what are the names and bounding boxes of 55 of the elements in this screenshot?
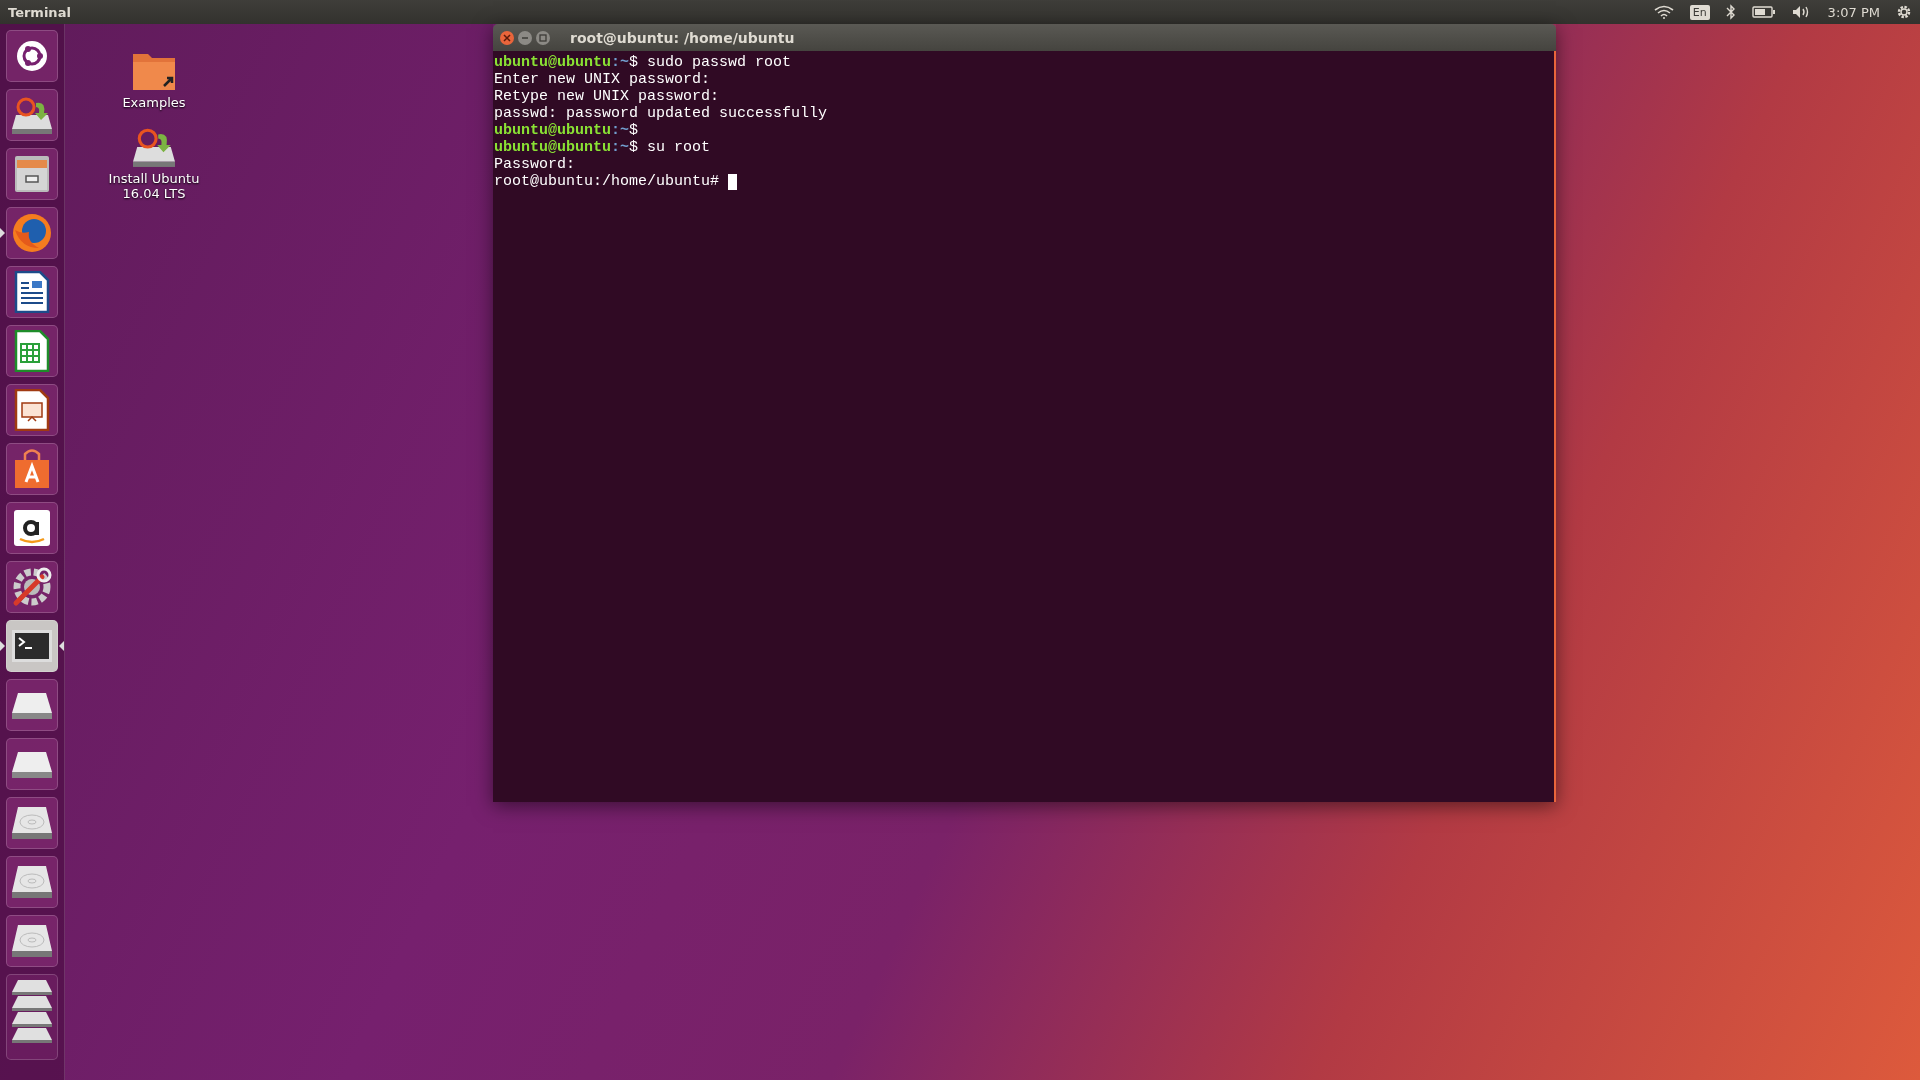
minimize-button[interactable] bbox=[518, 30, 532, 45]
shopping-bag-icon bbox=[12, 448, 52, 490]
launcher-dash-tile[interactable] bbox=[6, 30, 58, 82]
hard-disk-icon bbox=[10, 864, 54, 900]
terminal-output-line: Enter new UNIX password: bbox=[494, 71, 711, 88]
battery-icon[interactable] bbox=[1751, 6, 1776, 18]
window-title: root@ubuntu: /home/ubuntu bbox=[570, 29, 795, 46]
desktop-icon-label[interactable]: Examples bbox=[99, 95, 209, 110]
launcher-amazon-tile[interactable] bbox=[6, 502, 58, 554]
terminal-prompt-line: root@ubuntu:/home/ubuntu# bbox=[494, 173, 720, 190]
terminal-output-line: Retype new UNIX password: bbox=[494, 88, 720, 105]
terminal-icon bbox=[11, 629, 53, 663]
terminal-prompt-line: ubuntu@ubuntu:~$ bbox=[494, 122, 639, 139]
launcher-disk-tile[interactable] bbox=[6, 797, 58, 849]
launcher-terminal-tile[interactable] bbox=[6, 620, 58, 672]
terminal-prompt-line: ubuntu@ubuntu:~$ su root bbox=[494, 139, 711, 156]
launcher-browser-tile[interactable] bbox=[6, 207, 58, 259]
bluetooth-icon[interactable] bbox=[1725, 4, 1736, 20]
presentation-icon bbox=[14, 389, 50, 431]
file-cabinet-icon bbox=[12, 154, 52, 194]
maximize-button[interactable] bbox=[536, 30, 550, 45]
launcher-disk-tile[interactable] bbox=[6, 856, 58, 908]
keyboard-layout-indicator[interactable]: En bbox=[1689, 4, 1710, 20]
launcher-installer-tile[interactable] bbox=[6, 89, 58, 141]
text-document-icon bbox=[14, 271, 50, 313]
terminal-prompt-line: ubuntu@ubuntu:~$ sudo passwd root bbox=[494, 54, 792, 71]
launcher-calc-tile[interactable] bbox=[6, 325, 58, 377]
launcher-writer-tile[interactable] bbox=[6, 266, 58, 318]
wifi-icon[interactable] bbox=[1653, 5, 1674, 19]
terminal-output-line: Password: bbox=[494, 156, 575, 173]
launcher-software-tile[interactable] bbox=[6, 443, 58, 495]
launcher-disk-tile[interactable] bbox=[6, 915, 58, 967]
clock[interactable]: 3:07 PM bbox=[1827, 4, 1880, 20]
hard-disk-icon bbox=[10, 923, 54, 959]
launcher-impress-tile[interactable] bbox=[6, 384, 58, 436]
fox-globe-icon bbox=[11, 212, 53, 254]
spreadsheet-icon bbox=[14, 330, 50, 372]
launcher-settings-tile[interactable] bbox=[6, 561, 58, 613]
ubuntu-logo-icon bbox=[15, 39, 49, 73]
close-button[interactable] bbox=[500, 30, 514, 45]
desktop-icon-label[interactable]: Install Ubuntu 16.04 LTS bbox=[99, 171, 209, 201]
launcher-removable-tile[interactable] bbox=[6, 679, 58, 731]
drive-with-arrow-icon[interactable] bbox=[130, 126, 178, 168]
app-title: Terminal bbox=[8, 4, 71, 20]
maximize-icon bbox=[539, 33, 547, 42]
launcher-removable-tile[interactable] bbox=[6, 738, 58, 790]
letter-a-logo-icon bbox=[12, 508, 52, 548]
text-cursor bbox=[728, 173, 738, 190]
hard-disk-icon bbox=[10, 805, 54, 841]
settings-icon[interactable] bbox=[1896, 4, 1912, 20]
focus-indicator bbox=[59, 641, 64, 651]
drive-with-arrow-icon bbox=[10, 95, 54, 135]
close-icon bbox=[503, 33, 511, 42]
terminal-output-line: passwd: password updated successfully bbox=[494, 105, 828, 122]
launcher-files-tile[interactable] bbox=[6, 148, 58, 200]
